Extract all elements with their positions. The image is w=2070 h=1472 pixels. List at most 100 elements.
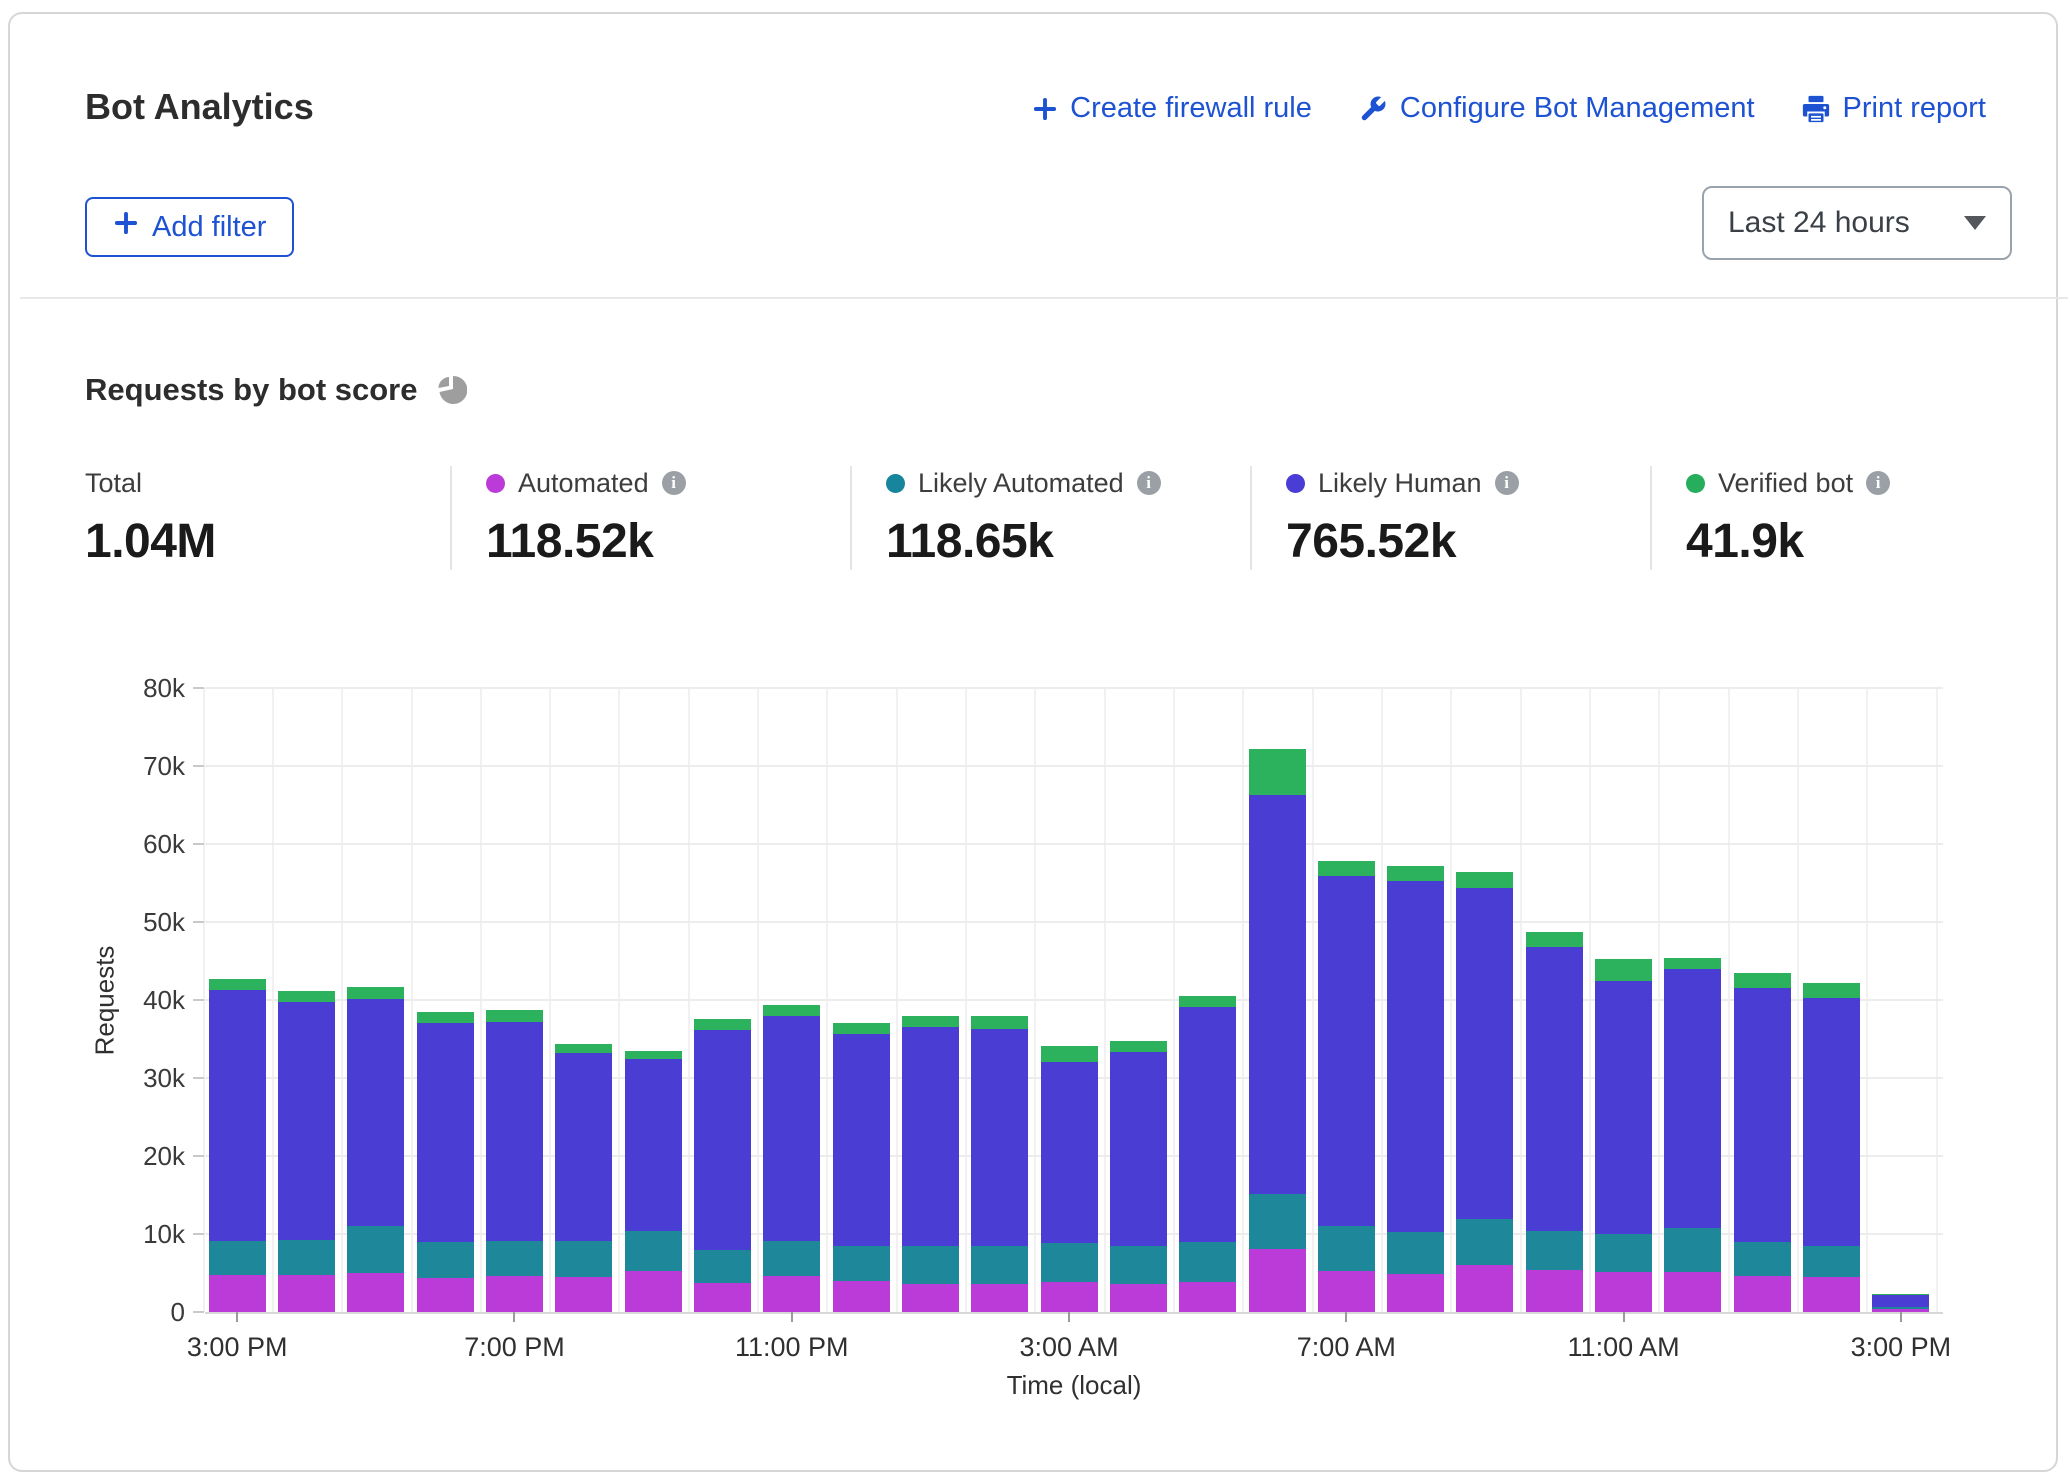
bar-segment-likely-automated[interactable] <box>555 1241 612 1277</box>
bar-segment-verified-bot[interactable] <box>1110 1041 1167 1053</box>
bar-segment-automated[interactable] <box>209 1275 266 1312</box>
bar-segment-automated[interactable] <box>486 1276 543 1312</box>
bar-segment-verified-bot[interactable] <box>1456 872 1513 888</box>
bar-segment-verified-bot[interactable] <box>902 1016 959 1027</box>
bar-segment-likely-human[interactable] <box>1872 1294 1929 1306</box>
bar-segment-verified-bot[interactable] <box>347 987 404 999</box>
bar-segment-likely-human[interactable] <box>347 999 404 1226</box>
bar-segment-likely-automated[interactable] <box>833 1246 890 1280</box>
bar-segment-automated[interactable] <box>278 1275 335 1312</box>
bar-segment-verified-bot[interactable] <box>1526 932 1583 947</box>
bar-segment-likely-automated[interactable] <box>347 1226 404 1273</box>
bar-segment-automated[interactable] <box>1110 1284 1167 1312</box>
bar-segment-verified-bot[interactable] <box>971 1016 1028 1028</box>
bar-segment-verified-bot[interactable] <box>1318 861 1375 876</box>
bar-segment-automated[interactable] <box>971 1284 1028 1312</box>
bar-segment-verified-bot[interactable] <box>1803 983 1860 999</box>
bar-segment-automated[interactable] <box>555 1277 612 1312</box>
bar-segment-verified-bot[interactable] <box>555 1044 612 1053</box>
bar-segment-likely-human[interactable] <box>1456 888 1513 1219</box>
bar-segment-likely-human[interactable] <box>1387 881 1444 1232</box>
bar-segment-automated[interactable] <box>1318 1271 1375 1312</box>
bar-segment-automated[interactable] <box>902 1284 959 1312</box>
bar-segment-likely-automated[interactable] <box>694 1250 751 1283</box>
bar-segment-automated[interactable] <box>1041 1282 1098 1312</box>
bar-segment-likely-automated[interactable] <box>1041 1243 1098 1282</box>
bar-segment-verified-bot[interactable] <box>209 979 266 990</box>
bar-segment-likely-human[interactable] <box>1526 947 1583 1231</box>
bar-segment-likely-human[interactable] <box>555 1053 612 1241</box>
bar-segment-automated[interactable] <box>1595 1272 1652 1312</box>
bar-segment-verified-bot[interactable] <box>1664 958 1721 969</box>
bar-segment-likely-human[interactable] <box>1110 1052 1167 1245</box>
bar-segment-verified-bot[interactable] <box>1387 866 1444 882</box>
bar-segment-likely-human[interactable] <box>1041 1062 1098 1244</box>
bar-segment-likely-automated[interactable] <box>1249 1194 1306 1249</box>
bar-segment-likely-automated[interactable] <box>278 1240 335 1274</box>
bar-segment-automated[interactable] <box>1456 1265 1513 1312</box>
bar-segment-likely-human[interactable] <box>694 1030 751 1251</box>
bar-segment-likely-automated[interactable] <box>763 1241 820 1276</box>
bar-segment-likely-automated[interactable] <box>486 1241 543 1276</box>
bar-segment-likely-automated[interactable] <box>1179 1242 1236 1283</box>
bar-segment-likely-automated[interactable] <box>971 1246 1028 1283</box>
x-axis-tick-label: 7:00 PM <box>414 1332 614 1363</box>
bar-segment-likely-automated[interactable] <box>1803 1246 1860 1277</box>
bar-segment-likely-automated[interactable] <box>417 1242 474 1278</box>
bar-segment-likely-automated[interactable] <box>1526 1231 1583 1270</box>
bar-segment-likely-human[interactable] <box>1318 876 1375 1226</box>
bar-segment-verified-bot[interactable] <box>1249 749 1306 795</box>
bar-segment-likely-automated[interactable] <box>1110 1246 1167 1284</box>
bar-segment-automated[interactable] <box>1803 1277 1860 1312</box>
bar-segment-verified-bot[interactable] <box>1734 973 1791 987</box>
bar-segment-likely-human[interactable] <box>625 1059 682 1231</box>
bar-segment-automated[interactable] <box>1526 1270 1583 1312</box>
bar-segment-likely-human[interactable] <box>486 1022 543 1241</box>
bar-segment-likely-automated[interactable] <box>1387 1232 1444 1273</box>
bar-segment-verified-bot[interactable] <box>763 1005 820 1017</box>
bar-segment-automated[interactable] <box>1249 1249 1306 1312</box>
bar-segment-likely-automated[interactable] <box>1664 1228 1721 1272</box>
bar-segment-verified-bot[interactable] <box>833 1023 890 1033</box>
bar-segment-verified-bot[interactable] <box>1872 1294 1929 1295</box>
bar-segment-automated[interactable] <box>1387 1274 1444 1312</box>
bar-segment-automated[interactable] <box>833 1281 890 1312</box>
bar-segment-likely-automated[interactable] <box>902 1246 959 1284</box>
bar-segment-automated[interactable] <box>694 1283 751 1312</box>
bar-segment-likely-human[interactable] <box>902 1027 959 1245</box>
bar-segment-likely-human[interactable] <box>417 1023 474 1241</box>
bar-segment-automated[interactable] <box>625 1271 682 1312</box>
bar-segment-likely-human[interactable] <box>209 990 266 1241</box>
bar-segment-verified-bot[interactable] <box>625 1051 682 1060</box>
bar-segment-verified-bot[interactable] <box>694 1019 751 1030</box>
bar-segment-likely-automated[interactable] <box>1595 1234 1652 1272</box>
bar-segment-likely-automated[interactable] <box>1456 1219 1513 1265</box>
bar-segment-likely-human[interactable] <box>1664 969 1721 1228</box>
bar-segment-automated[interactable] <box>1664 1272 1721 1312</box>
bar-segment-automated[interactable] <box>763 1276 820 1312</box>
bar-segment-likely-human[interactable] <box>278 1002 335 1241</box>
bar-segment-likely-human[interactable] <box>1179 1007 1236 1242</box>
bar-segment-likely-automated[interactable] <box>1734 1242 1791 1276</box>
bar-segment-likely-automated[interactable] <box>1872 1307 1929 1309</box>
bar-segment-likely-human[interactable] <box>1734 988 1791 1242</box>
bar-segment-automated[interactable] <box>1734 1276 1791 1312</box>
bar-segment-likely-automated[interactable] <box>625 1231 682 1272</box>
bar-segment-likely-human[interactable] <box>971 1029 1028 1247</box>
bar-segment-verified-bot[interactable] <box>1041 1046 1098 1062</box>
bar-segment-automated[interactable] <box>417 1278 474 1312</box>
bar-segment-verified-bot[interactable] <box>278 991 335 1002</box>
bar-segment-verified-bot[interactable] <box>486 1010 543 1022</box>
bar-segment-likely-human[interactable] <box>1595 981 1652 1234</box>
bar-segment-likely-human[interactable] <box>1803 998 1860 1245</box>
bar-segment-automated[interactable] <box>347 1273 404 1312</box>
bar-segment-likely-automated[interactable] <box>1318 1226 1375 1270</box>
bar-segment-likely-human[interactable] <box>763 1016 820 1241</box>
bar-segment-verified-bot[interactable] <box>1595 959 1652 981</box>
bar-segment-automated[interactable] <box>1179 1282 1236 1312</box>
bar-segment-verified-bot[interactable] <box>1179 996 1236 1007</box>
bar-segment-likely-automated[interactable] <box>209 1241 266 1275</box>
bar-segment-verified-bot[interactable] <box>417 1012 474 1024</box>
bar-segment-likely-human[interactable] <box>833 1034 890 1247</box>
bar-segment-likely-human[interactable] <box>1249 795 1306 1194</box>
